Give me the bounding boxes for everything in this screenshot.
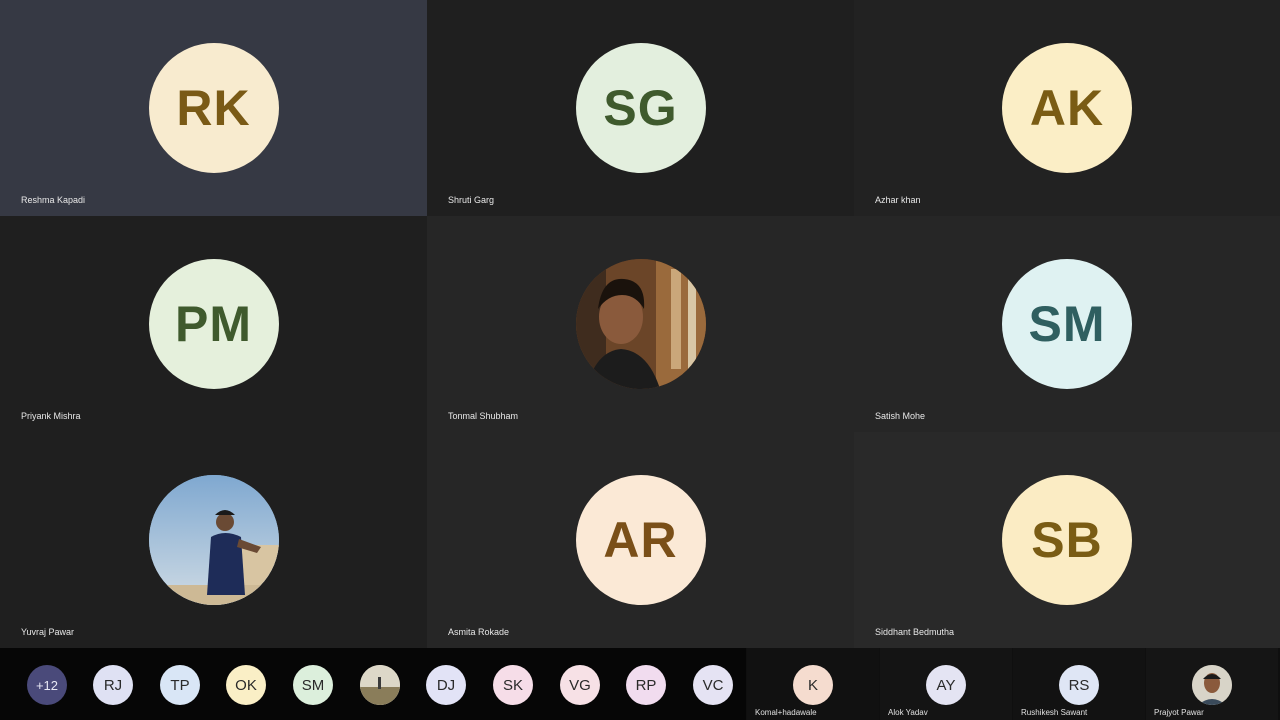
participant-name: Azhar khan — [875, 195, 921, 205]
avatar[interactable]: DJ — [426, 665, 466, 705]
participant-tile[interactable]: AK Azhar khan — [854, 0, 1280, 216]
participant-name: Komal+hadawale — [755, 708, 817, 717]
participant-tile[interactable]: SM Satish Mohe — [854, 216, 1280, 432]
participant-name: Alok Yadav — [888, 708, 928, 717]
avatar[interactable]: OK — [226, 665, 266, 705]
participant-tile[interactable]: SG Shruti Garg — [427, 0, 854, 216]
profile-photo-icon — [575, 259, 706, 389]
avatar: SB — [1002, 475, 1132, 605]
participant-card[interactable]: RS Rushikesh Sawant — [1013, 648, 1145, 720]
participant-name: Tonmal Shubham — [448, 411, 519, 421]
avatar-photo — [1192, 665, 1232, 705]
participant-card[interactable]: AY Alok Yadav — [880, 648, 1012, 720]
participant-name: Priyank Mishra — [21, 411, 81, 421]
avatar[interactable]: SM — [293, 665, 333, 705]
participant-tile[interactable]: RK Reshma Kapadi — [0, 0, 427, 216]
avatar[interactable]: TP — [160, 665, 200, 705]
participant-tile[interactable]: Tonmal Shubham — [427, 216, 854, 432]
participant-tile[interactable]: Yuvraj Pawar — [0, 432, 427, 648]
avatar: AY — [926, 665, 966, 705]
participant-name: Rushikesh Sawant — [1021, 708, 1088, 717]
profile-photo-icon — [1192, 665, 1232, 705]
video-grid: RK Reshma Kapadi SG Shruti Garg AK Azhar… — [0, 0, 1280, 648]
participant-name: Prajyot Pawar — [1154, 708, 1204, 717]
avatar: K — [793, 665, 833, 705]
avatar[interactable]: VC — [693, 665, 733, 705]
participant-name: Reshma Kapadi — [21, 195, 86, 205]
avatar[interactable]: RJ — [93, 665, 133, 705]
avatar: AR — [575, 475, 706, 605]
profile-photo-icon — [148, 475, 279, 605]
landscape-photo-icon — [360, 665, 400, 705]
avatar[interactable]: RP — [626, 665, 666, 705]
avatar-photo — [148, 475, 279, 605]
participant-tile[interactable]: AR Asmita Rokade — [427, 432, 854, 648]
avatar-photo — [575, 259, 706, 389]
participant-strip: +12 RJ TP OK SM DJ SK VG RP VC — [0, 648, 746, 720]
avatar[interactable]: VG — [560, 665, 600, 705]
avatar-photo[interactable] — [360, 665, 400, 705]
avatar: RK — [148, 43, 279, 173]
participant-name: Yuvraj Pawar — [21, 627, 75, 637]
participant-name: Asmita Rokade — [448, 627, 510, 637]
more-participants-button[interactable]: +12 — [27, 665, 67, 705]
participant-tile[interactable]: SB Siddhant Bedmutha — [854, 432, 1280, 648]
avatar[interactable]: SK — [493, 665, 533, 705]
participant-card[interactable]: Prajyot Pawar — [1146, 648, 1278, 720]
avatar: AK — [1002, 43, 1132, 173]
participant-card[interactable]: K Komal+hadawale — [747, 648, 879, 720]
participant-bar: +12 RJ TP OK SM DJ SK VG RP VC K Komal+h… — [0, 648, 1280, 720]
participant-name: Shruti Garg — [448, 195, 495, 205]
participant-tile[interactable]: PM Priyank Mishra — [0, 216, 427, 432]
avatar: SM — [1002, 259, 1132, 389]
avatar: SG — [575, 43, 706, 173]
avatar: RS — [1059, 665, 1099, 705]
participant-name: Siddhant Bedmutha — [875, 627, 955, 637]
avatar: PM — [148, 259, 279, 389]
participant-name: Satish Mohe — [875, 411, 926, 421]
